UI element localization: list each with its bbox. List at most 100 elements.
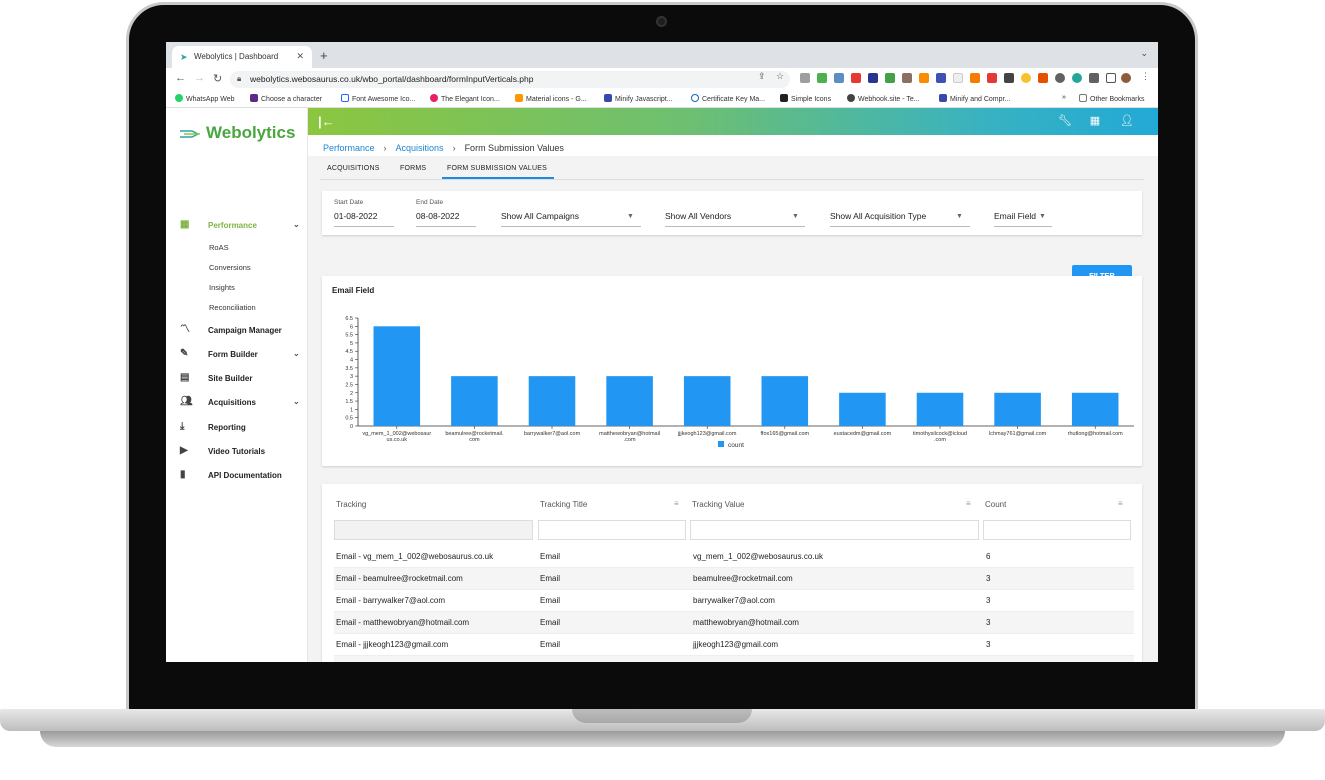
filter-icon[interactable]: ≡: [966, 499, 971, 508]
column-header-count[interactable]: Count: [985, 500, 1006, 509]
divider: [501, 226, 641, 227]
start-date-input[interactable]: 01-08-2022: [334, 211, 377, 221]
bookmark[interactable]: Simple Icons: [780, 94, 831, 103]
back-icon[interactable]: ←: [175, 72, 186, 84]
extension-icon[interactable]: [919, 73, 929, 83]
divider: [665, 226, 805, 227]
new-tab-icon[interactable]: +: [320, 48, 328, 63]
extension-icon[interactable]: [800, 73, 810, 83]
extension-icon[interactable]: [970, 73, 980, 83]
bookmark[interactable]: Material icons - G...: [515, 94, 587, 103]
bookmark[interactable]: Minify and Compr...: [939, 94, 1010, 103]
end-date-input[interactable]: 08-08-2022: [416, 211, 459, 221]
table-row[interactable]: Email - jjjkeogh123@gmail.com Email jjjk…: [334, 634, 1134, 656]
extension-icon[interactable]: [1021, 73, 1031, 83]
tracking-title-filter-input[interactable]: [538, 520, 686, 540]
y-tick-label: 2: [350, 391, 353, 397]
acquisition-type-select[interactable]: Show All Acquisition Type: [830, 211, 926, 221]
tab-acquisitions[interactable]: ACQUISITIONS: [327, 165, 380, 172]
count-filter-input[interactable]: [983, 520, 1131, 540]
close-icon[interactable]: ✕: [296, 51, 304, 62]
collapse-sidebar-icon[interactable]: |←: [318, 114, 335, 129]
bookmark[interactable]: The Elegant Icon...: [430, 94, 500, 103]
tracking-value-filter-input[interactable]: [690, 520, 979, 540]
bookmark[interactable]: Certificate Key Ma...: [691, 94, 765, 103]
bookmarks-overflow[interactable]: »: [1062, 94, 1066, 101]
flag-icon: [341, 94, 349, 102]
logo-text[interactable]: Webolytics: [206, 123, 295, 143]
extension-icon[interactable]: [1004, 73, 1014, 83]
table-row[interactable]: Email - beamulree@rocketmail.com Email b…: [334, 568, 1134, 590]
screen: ➤ Webolytics | Dashboard ✕ + ⌄ ← → ↻ 🔒︎ …: [166, 42, 1158, 662]
table-row[interactable]: Email - matthewobryan@hotmail.com Email …: [334, 612, 1134, 634]
bookmark[interactable]: WhatsApp Web: [175, 94, 235, 103]
table-cell: 3: [986, 574, 991, 583]
extension-icon[interactable]: [902, 73, 912, 83]
column-header-tracking-title[interactable]: Tracking Title: [540, 500, 587, 509]
bar: [916, 392, 964, 426]
extension-icon[interactable]: [868, 73, 878, 83]
divider: [994, 226, 1052, 227]
tracking-filter-input[interactable]: [334, 520, 533, 540]
extension-icon[interactable]: [1038, 73, 1048, 83]
chart-card: Email Field 0 0.5 1 1.5 2 2.5 3 3.5 4 4.5 5 5.5 6 6.5…: [322, 276, 1142, 466]
filter-icon[interactable]: ≡: [674, 499, 679, 508]
table-cell: 3: [986, 640, 991, 649]
extension-icon[interactable]: [987, 73, 997, 83]
divider: [334, 226, 394, 227]
table-cell: vg_mem_1_002@webosaurus.co.uk: [693, 552, 823, 561]
breadcrumb-performance[interactable]: Performance: [323, 143, 375, 153]
sidebar-subitem-reconciliation[interactable]: Reconciliation: [209, 303, 256, 312]
table-row[interactable]: [334, 656, 1134, 662]
browser-tab[interactable]: ➤ Webolytics | Dashboard ✕: [172, 46, 312, 68]
extension-icon[interactable]: [851, 73, 861, 83]
column-header-tracking-value[interactable]: Tracking Value: [692, 500, 744, 509]
sidebar-subitem-roas[interactable]: RoAS: [209, 243, 229, 252]
reload-icon[interactable]: ↻: [213, 72, 222, 85]
extension-icon[interactable]: [885, 73, 895, 83]
tab-forms[interactable]: FORMS: [400, 165, 426, 172]
tab-form-submission-values[interactable]: FORM SUBMISSION VALUES: [447, 165, 547, 172]
bookmark[interactable]: Minify Javascript...: [604, 94, 673, 103]
y-tick-label: 0.5: [345, 416, 353, 422]
star-icon[interactable]: ☆: [776, 71, 784, 82]
extension-icon[interactable]: [1072, 73, 1082, 83]
table-row[interactable]: Email - vg_mem_1_002@webosaurus.co.uk Em…: [334, 546, 1134, 568]
campaigns-select[interactable]: Show All Campaigns: [501, 211, 579, 221]
filter-icon[interactable]: ≡: [1118, 499, 1123, 508]
user-icon[interactable]: 👤︎: [1120, 115, 1134, 127]
breadcrumb-acquisitions[interactable]: Acquisitions: [396, 143, 444, 153]
bookmark[interactable]: Webhook.site - Te...: [847, 94, 920, 103]
column-header-tracking[interactable]: Tracking: [336, 500, 366, 509]
extension-icon[interactable]: [834, 73, 844, 83]
extension-icon[interactable]: [1055, 73, 1065, 83]
sidebar-subitem-insights[interactable]: Insights: [209, 283, 235, 292]
x-tick-label: jjjkeogh123@gmail.com: [677, 431, 737, 437]
puzzle-icon[interactable]: [1089, 73, 1099, 83]
vendors-select[interactable]: Show All Vendors: [665, 211, 731, 221]
url-input[interactable]: 🔒︎ webolytics.webosaurus.co.uk/wbo_porta…: [230, 71, 790, 88]
bookmark-icon: [939, 94, 947, 102]
share-icon[interactable]: ⇪: [758, 71, 766, 82]
bookmark[interactable]: Font Awesome Ico...: [341, 94, 415, 103]
favicon-icon: ➤: [180, 52, 188, 62]
menu-icon[interactable]: ⋮: [1141, 71, 1150, 82]
extension-icon[interactable]: [936, 73, 946, 83]
performance-icon: ▦: [180, 219, 190, 230]
chevron-down-icon[interactable]: ⌄: [1140, 48, 1148, 59]
sidebar-subitem-conversions[interactable]: Conversions: [209, 263, 251, 272]
bookmark[interactable]: Choose a character: [250, 94, 322, 103]
wrench-icon[interactable]: 🔧︎: [1058, 115, 1072, 127]
table-row[interactable]: Email - barrywalker7@aol.com Email barry…: [334, 590, 1134, 612]
bar: [606, 376, 653, 426]
field-select[interactable]: Email Field: [994, 211, 1036, 221]
sidepanel-icon[interactable]: [1106, 73, 1116, 83]
sidebar: Webolytics ▦ Performance ⌄ RoAS Conversi…: [166, 108, 308, 662]
avatar[interactable]: [1121, 73, 1131, 83]
forward-icon[interactable]: →: [194, 72, 205, 84]
dashboard-icon[interactable]: ▦: [1089, 115, 1101, 127]
other-bookmarks[interactable]: Other Bookmarks: [1079, 94, 1144, 103]
extension-icon[interactable]: [953, 73, 963, 83]
extension-icon[interactable]: [817, 73, 827, 83]
table-cell: beamulree@rocketmail.com: [693, 574, 793, 583]
